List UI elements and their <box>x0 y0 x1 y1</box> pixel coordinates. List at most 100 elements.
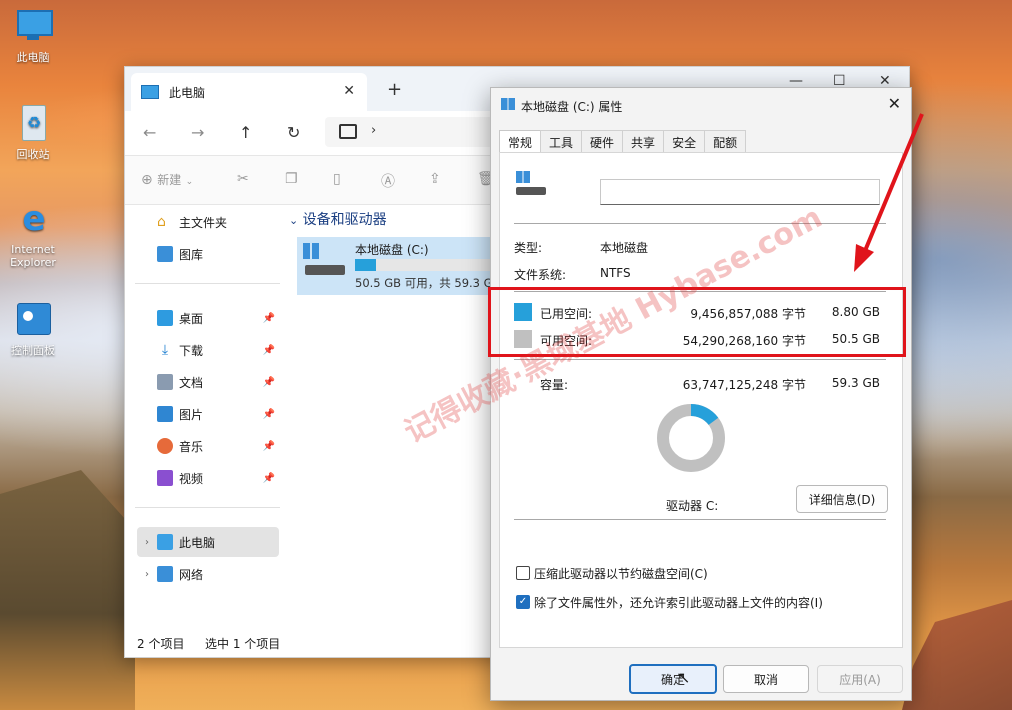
recycle-bin-icon: ♻ <box>13 103 53 143</box>
ok-button[interactable]: 确定 <box>629 664 717 694</box>
nav-item-gallery[interactable]: 图库 <box>137 239 279 269</box>
pin-icon[interactable]: 📌 <box>263 345 275 356</box>
download-icon: ⤓ <box>161 342 169 358</box>
highlight-box <box>488 287 906 357</box>
share-icon[interactable]: ⇪ <box>429 171 441 187</box>
network-icon <box>157 566 173 582</box>
tab-this-pc[interactable]: 此电脑 ✕ <box>131 73 367 111</box>
nav-item-label: 图片 <box>179 407 204 422</box>
nav-item-label: 桌面 <box>179 311 204 326</box>
nav-item-home[interactable]: ⌂ 主文件夹 <box>137 207 279 237</box>
nav-item-label: 音乐 <box>179 439 204 454</box>
compress-checkbox[interactable] <box>516 566 530 580</box>
refresh-icon[interactable]: ↻ <box>287 123 300 142</box>
windows-logo-icon <box>303 243 319 259</box>
divider <box>514 359 886 360</box>
cut-icon[interactable]: ✂ <box>237 171 249 187</box>
nav-item-music[interactable]: 音乐 📌 <box>137 431 279 461</box>
type-value: 本地磁盘 <box>600 241 649 255</box>
general-panel: 类型: 本地磁盘 文件系统: NTFS 已用空间: 9,456,857,088 … <box>499 152 903 648</box>
pin-icon[interactable]: 📌 <box>263 409 275 420</box>
mouse-cursor-icon: ↖ <box>677 668 691 687</box>
pin-icon[interactable]: 📌 <box>263 441 275 452</box>
nav-item-desktop[interactable]: 桌面 📌 <box>137 303 279 333</box>
pin-icon[interactable]: 📌 <box>263 473 275 484</box>
nav-item-downloads[interactable]: ⤓ 下载 📌 <box>137 335 279 365</box>
navigation-pane: ⌂ 主文件夹 图库 桌面 📌 ⤓ 下载 📌 文档 📌 图片 📌 音乐 📌 视频 … <box>125 205 285 625</box>
nav-item-network[interactable]: › 网络 <box>137 559 279 589</box>
nav-item-videos[interactable]: 视频 📌 <box>137 463 279 493</box>
item-count: 2 个项目 <box>137 637 185 651</box>
nav-item-pictures[interactable]: 图片 📌 <box>137 399 279 429</box>
cancel-button[interactable]: 取消 <box>723 665 809 693</box>
compress-label[interactable]: 压缩此驱动器以节约磁盘空间(C) <box>534 565 708 582</box>
divider <box>514 519 886 520</box>
pictures-icon <box>157 406 173 422</box>
up-icon[interactable]: ↑ <box>239 123 252 142</box>
tab-close-icon[interactable]: ✕ <box>343 83 355 99</box>
new-button[interactable]: ⊕ 新建 ⌄ <box>141 171 193 188</box>
index-label[interactable]: 除了文件属性外，还允许索引此驱动器上文件的内容(I) <box>534 594 823 611</box>
desktop-icon-label: 回收站 <box>16 148 50 161</box>
control-panel-icon <box>13 299 53 339</box>
nav-item-label: 视频 <box>179 471 204 486</box>
dialog-title: 本地磁盘 (C:) 属性 <box>521 100 623 114</box>
capacity-bytes: 63,747,125,248 字节 <box>682 378 806 392</box>
paste-icon[interactable]: ▯ <box>333 171 341 187</box>
nav-divider <box>135 507 280 508</box>
tab-sharing[interactable]: 共享 <box>622 130 665 152</box>
pin-icon[interactable]: 📌 <box>263 377 275 388</box>
group-header-label: 设备和驱动器 <box>302 212 387 228</box>
windows-logo-icon <box>501 98 515 110</box>
monitor-icon <box>339 124 357 139</box>
drive-icon <box>305 265 345 275</box>
nav-item-this-pc[interactable]: › 此电脑 <box>137 527 279 557</box>
drive-icon <box>516 187 546 195</box>
copy-icon[interactable]: ❐ <box>285 171 298 187</box>
nav-item-label: 文档 <box>179 375 204 390</box>
drive-free-text: 50.5 GB 可用，共 59.3 G <box>355 276 493 290</box>
desktop-folder-icon <box>157 310 173 326</box>
drive-properties-dialog: 本地磁盘 (C:) 属性 ✕ 常规 工具 硬件 共享 安全 配额 类型: 本地磁… <box>490 87 912 701</box>
tab-security[interactable]: 安全 <box>663 130 706 152</box>
rename-icon[interactable]: Ⓐ <box>381 171 395 191</box>
desktop-icon-this-pc[interactable]: 此电脑 <box>0 6 66 65</box>
desktop-icon-internet-explorer[interactable]: e Internet Explorer <box>0 200 66 269</box>
monitor-icon <box>13 6 53 46</box>
home-icon: ⌂ <box>157 214 166 230</box>
dialog-tabs: 常规 工具 硬件 共享 安全 配额 <box>499 130 747 157</box>
details-button[interactable]: 详细信息(D) <box>796 485 888 513</box>
desktop-icon-label: 此电脑 <box>16 51 50 64</box>
drive-usage-fill <box>355 259 376 271</box>
forward-icon[interactable]: → <box>191 123 204 142</box>
tab-quota[interactable]: 配额 <box>704 130 747 152</box>
chevron-right-icon[interactable]: › <box>145 569 149 580</box>
drive-usage-bar <box>355 259 495 271</box>
chevron-right-icon[interactable]: › <box>371 123 376 138</box>
nav-item-label: 下载 <box>179 343 204 358</box>
apply-button[interactable]: 应用(A) <box>817 665 903 693</box>
index-checkbox[interactable]: ✓ <box>516 595 530 609</box>
back-icon[interactable]: ← <box>143 123 156 142</box>
drive-name: 本地磁盘 (C:) <box>355 243 429 257</box>
documents-icon <box>157 374 173 390</box>
windows-logo-icon <box>516 171 530 183</box>
capacity-gb: 59.3 GB <box>831 376 880 390</box>
drive-tile-c[interactable]: 本地磁盘 (C:) 50.5 GB 可用，共 59.3 G <box>297 237 497 295</box>
pin-icon[interactable]: 📌 <box>263 313 275 324</box>
new-tab-icon[interactable]: + <box>387 79 402 100</box>
filesystem-label: 文件系统: <box>514 268 567 282</box>
gallery-icon <box>157 246 173 262</box>
divider <box>514 223 886 224</box>
chevron-right-icon[interactable]: › <box>145 537 149 548</box>
nav-item-documents[interactable]: 文档 📌 <box>137 367 279 397</box>
monitor-icon <box>141 85 159 99</box>
drive-label-input[interactable] <box>600 179 880 205</box>
desktop-icon-recycle-bin[interactable]: ♻ 回收站 <box>0 103 66 162</box>
nav-item-label: 此电脑 <box>179 535 216 550</box>
red-arrow-annotation <box>854 113 924 272</box>
group-header-devices[interactable]: ⌄ 设备和驱动器 <box>289 209 387 229</box>
desktop-icon-control-panel[interactable]: 控制面板 <box>0 299 66 358</box>
tab-hardware[interactable]: 硬件 <box>581 130 624 152</box>
tab-tools[interactable]: 工具 <box>540 130 583 152</box>
